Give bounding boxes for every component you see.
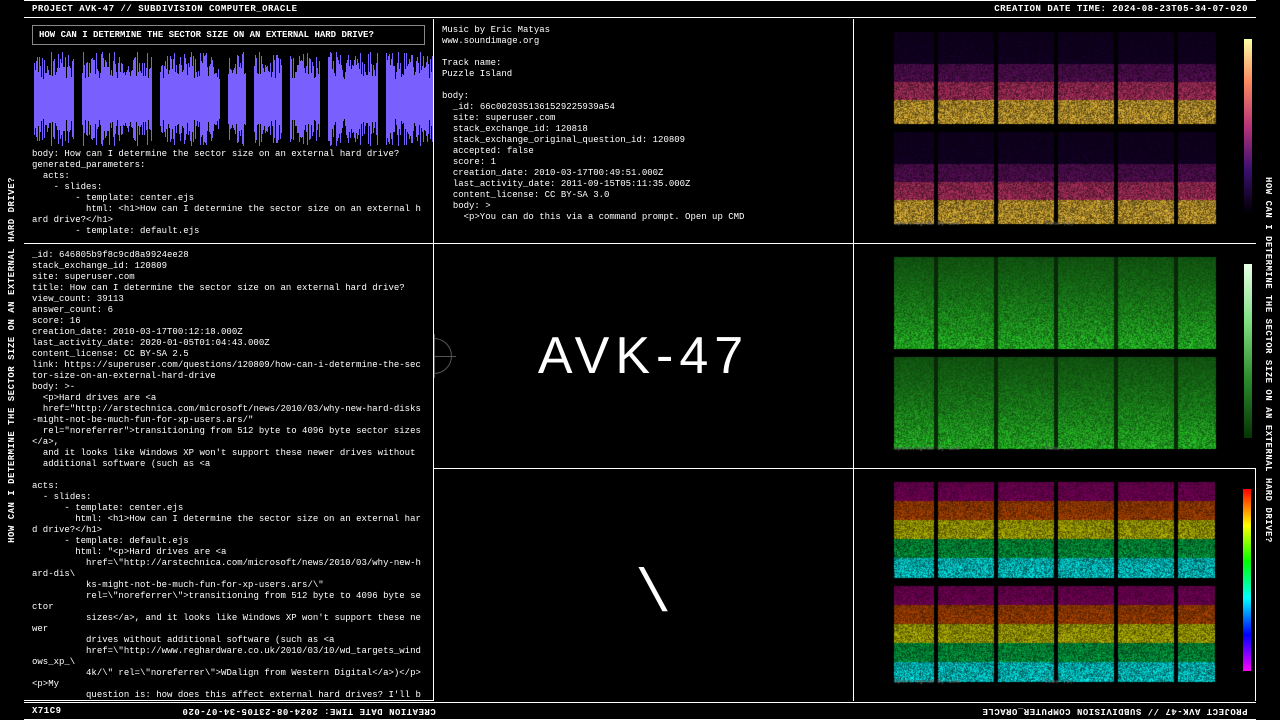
panel-slash: \ xyxy=(434,469,854,701)
question-title: HOW CAN I DETERMINE THE SECTOR SIZE ON A… xyxy=(32,25,425,45)
side-text-right: HOW CAN I DETERMINE THE SECTOR SIZE ON A… xyxy=(1258,20,1278,700)
panel-spectro-1 xyxy=(854,19,1256,244)
spectrogram-green xyxy=(874,252,1236,452)
footer-right: PROJECT AVK-47 // SUBDIVISION COMPUTER_O… xyxy=(982,706,1248,716)
main-grid: HOW CAN I DETERMINE THE SECTOR SIZE ON A… xyxy=(24,19,1256,701)
slash-glyph: \ xyxy=(635,562,671,630)
spectrogram-rainbow xyxy=(874,477,1235,685)
panel-question-wave: HOW CAN I DETERMINE THE SECTOR SIZE ON A… xyxy=(24,19,434,244)
side-text-left: HOW CAN I DETERMINE THE SECTOR SIZE ON A… xyxy=(2,20,22,700)
left-detail-text: _id: 646805b9f8c9cd8a9924ee28 stack_exch… xyxy=(32,250,425,701)
top-bar: PROJECT AVK-47 // SUBDIVISION COMPUTER_O… xyxy=(24,0,1256,18)
panel-spectro-3 xyxy=(854,469,1256,701)
header-right: CREATION DATE TIME: 2024-08-23T05-34-07-… xyxy=(994,4,1248,14)
panel-big-title: AVK-47 xyxy=(434,244,854,469)
header-left: PROJECT AVK-47 // SUBDIVISION COMPUTER_O… xyxy=(32,4,298,14)
panel-spectro-2 xyxy=(854,244,1256,469)
footer-mid: CREATION DATE TIME: 2024-08-23T05-34-07-… xyxy=(182,706,436,716)
panel-credits: Music by Eric Matyas www.soundimage.org … xyxy=(434,19,854,244)
spectrogram-magma xyxy=(874,27,1236,227)
colorbar-1 xyxy=(1244,39,1252,213)
panel-tl-meta: body: How can I determine the sector siz… xyxy=(32,149,425,237)
colorbar-2 xyxy=(1244,264,1252,438)
colorbar-3 xyxy=(1243,489,1251,671)
credits-text: Music by Eric Matyas www.soundimage.org … xyxy=(442,25,845,223)
bottom-bar: X71C9 CREATION DATE TIME: 2024-08-23T05-… xyxy=(24,702,1256,720)
waveform xyxy=(32,49,425,149)
footer-left: X71C9 xyxy=(32,706,62,716)
project-title: AVK-47 xyxy=(434,244,853,468)
panel-left-detail: _id: 646805b9f8c9cd8a9924ee28 stack_exch… xyxy=(24,244,434,701)
